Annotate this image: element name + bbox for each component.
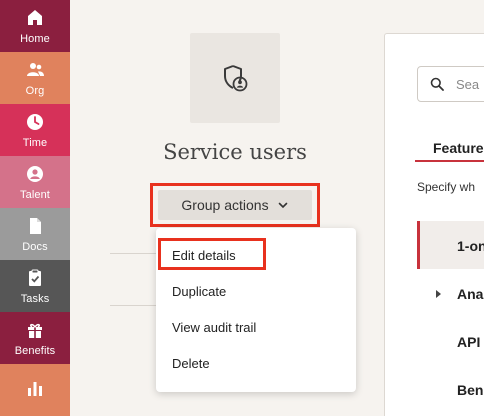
sidebar: Home Org Time Talent Docs Tasks Benefits (0, 0, 70, 416)
sidebar-item-label: Org (25, 84, 45, 97)
menu-item-delete[interactable]: Delete (172, 356, 210, 371)
sidebar-item-label: Time (22, 136, 48, 149)
sidebar-item-org[interactable]: Org (0, 52, 70, 104)
sidebar-item-label: Home (20, 32, 50, 45)
sidebar-item-reports[interactable] (0, 364, 70, 416)
search-icon (430, 77, 444, 91)
service-user-avatar (190, 33, 280, 123)
edit-details-highlight (158, 238, 266, 270)
chevron-down-icon (278, 202, 287, 209)
tab-features[interactable]: Feature (415, 140, 484, 162)
group-actions-highlight: Group actions (150, 183, 320, 227)
divider (110, 305, 158, 306)
sidebar-item-label: Tasks (20, 292, 50, 305)
feature-row-analytics[interactable]: Ana (457, 286, 483, 302)
sidebar-item-home[interactable]: Home (0, 0, 70, 52)
search-field[interactable] (417, 66, 484, 102)
bar-chart-icon (28, 381, 42, 396)
feature-row-benefits[interactable]: Ben (457, 382, 483, 398)
group-actions-label: Group actions (181, 197, 269, 213)
page-title: Service users (163, 140, 307, 164)
menu-item-duplicate[interactable]: Duplicate (172, 284, 226, 299)
sidebar-item-label: Talent (20, 188, 50, 201)
sidebar-item-benefits[interactable]: Benefits (0, 312, 70, 364)
expand-caret-icon[interactable] (436, 290, 441, 298)
home-icon (28, 9, 42, 25)
gift-icon (28, 323, 42, 338)
sidebar-item-talent[interactable]: Talent (0, 156, 70, 208)
feature-row-1-on-1[interactable]: 1-on (457, 238, 484, 254)
panel-description: Specify wh (417, 180, 476, 194)
sidebar-item-label: Benefits (14, 344, 56, 357)
user-circle-icon (27, 165, 43, 182)
clock-icon (27, 113, 43, 130)
search-input[interactable] (456, 76, 484, 92)
feature-row-api[interactable]: API (457, 334, 480, 350)
document-icon (30, 217, 41, 234)
shield-user-icon (224, 65, 248, 92)
sidebar-item-time[interactable]: Time (0, 104, 70, 156)
people-icon (27, 62, 44, 76)
clipboard-check-icon (29, 269, 41, 286)
menu-item-view-audit-trail[interactable]: View audit trail (172, 320, 256, 335)
divider (110, 253, 158, 254)
sidebar-item-label: Docs (22, 240, 48, 253)
sidebar-item-docs[interactable]: Docs (0, 208, 70, 260)
group-actions-button[interactable]: Group actions (158, 190, 312, 220)
sidebar-item-tasks[interactable]: Tasks (0, 260, 70, 312)
